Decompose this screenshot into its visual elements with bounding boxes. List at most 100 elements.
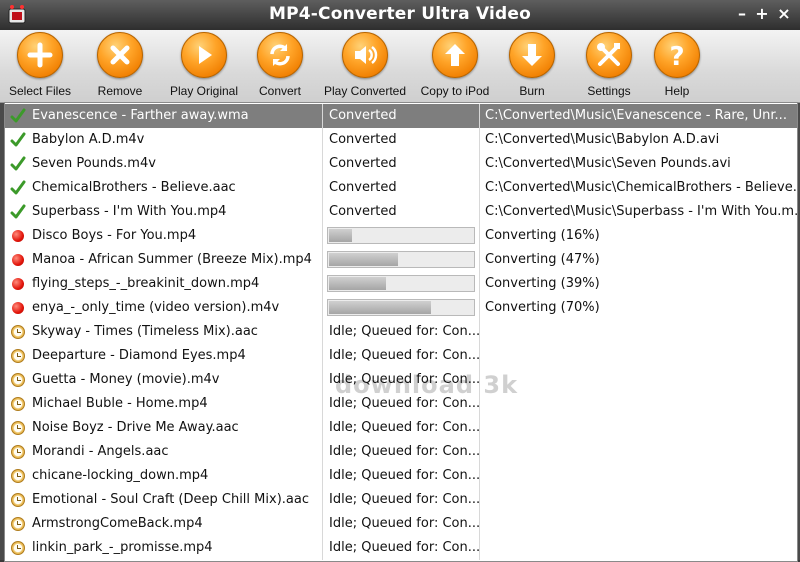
filename-text: Manoa - African Summer (Breeze Mix).mp4: [32, 252, 312, 267]
filename-text: Deeparture - Diamond Eyes.mp4: [32, 348, 246, 363]
check-icon: [10, 180, 26, 195]
window-title: MP4-Converter Ultra Video: [268, 4, 532, 24]
filename-cell: Manoa - African Summer (Breeze Mix).mp4: [5, 248, 323, 272]
filename-cell: Deeparture - Diamond Eyes.mp4: [5, 344, 323, 368]
status-cell: Idle; Queued for: Con...: [323, 536, 480, 560]
filename-text: Emotional - Soul Craft (Deep Chill Mix).…: [32, 492, 309, 507]
output-cell: [481, 320, 797, 344]
settings-label: Settings: [587, 84, 631, 98]
filename-cell: ArmstrongComeBack.mp4: [5, 512, 323, 536]
close-button[interactable]: ×: [775, 5, 793, 23]
file-row[interactable]: enya_-_only_time (video version).m4v Conv…: [5, 296, 797, 320]
filename-text: Babylon A.D.m4v: [32, 132, 145, 147]
output-cell: [481, 392, 797, 416]
convert-button[interactable]: Convert: [250, 32, 310, 98]
select-files-button[interactable]: Select Files: [6, 32, 74, 98]
file-row[interactable]: chicane-locking_down.mp4 Idle; Queued for…: [5, 464, 797, 488]
file-row[interactable]: Manoa - African Summer (Breeze Mix).mp4 C…: [5, 248, 797, 272]
filename-text: Evanescence - Farther away.wma: [32, 108, 249, 123]
file-row[interactable]: Evanescence - Farther away.wma Converted C…: [5, 104, 797, 128]
file-row[interactable]: flying_steps_-_breakinit_down.mp4 Convert…: [5, 272, 797, 296]
filename-text: linkin_park_-_promisse.mp4: [32, 540, 213, 555]
queued-clock-icon: [11, 493, 25, 507]
status-cell: Idle; Queued for: Con...: [323, 320, 480, 344]
queued-clock-icon: [11, 469, 25, 483]
filename-text: Superbass - I'm With You.mp4: [32, 204, 227, 219]
play-converted-button[interactable]: Play Converted: [318, 32, 412, 98]
status-cell: Converted: [323, 104, 480, 128]
status-cell: Converted: [323, 152, 480, 176]
file-row[interactable]: Emotional - Soul Craft (Deep Chill Mix).…: [5, 488, 797, 512]
status-cell: [323, 248, 480, 272]
output-cell: [481, 368, 797, 392]
file-row[interactable]: Noise Boyz - Drive Me Away.aac Idle; Queu…: [5, 416, 797, 440]
arrow-up-icon: [432, 32, 478, 78]
file-row[interactable]: Guetta - Money (movie).m4v Idle; Queued f…: [5, 368, 797, 392]
file-row[interactable]: Superbass - I'm With You.mp4 Converted C:\…: [5, 200, 797, 224]
help-button[interactable]: ? Help: [646, 32, 708, 98]
copy-to-ipod-button[interactable]: Copy to iPod: [412, 32, 498, 98]
filename-cell: ChemicalBrothers - Believe.aac: [5, 176, 323, 200]
burn-button[interactable]: Burn: [502, 32, 562, 98]
settings-button[interactable]: Settings: [578, 32, 640, 98]
filename-cell: enya_-_only_time (video version).m4v: [5, 296, 323, 320]
status-cell: Idle; Queued for: Con...: [323, 488, 480, 512]
progress-bar: [327, 251, 475, 268]
burn-label: Burn: [519, 84, 545, 98]
file-row[interactable]: Skyway - Times (Timeless Mix).aac Idle; Q…: [5, 320, 797, 344]
file-row[interactable]: ChemicalBrothers - Believe.aac Converted C…: [5, 176, 797, 200]
filename-text: Skyway - Times (Timeless Mix).aac: [32, 324, 258, 339]
file-row[interactable]: ArmstrongComeBack.mp4 Idle; Queued for: C…: [5, 512, 797, 536]
play-converted-label: Play Converted: [323, 84, 407, 98]
play-original-label: Play Original: [169, 84, 239, 98]
file-row[interactable]: Morandi - Angels.aac Idle; Queued for: Co…: [5, 440, 797, 464]
filename-text: enya_-_only_time (video version).m4v: [32, 300, 280, 315]
file-row[interactable]: Michael Buble - Home.mp4 Idle; Queued for…: [5, 392, 797, 416]
filename-text: Disco Boys - For You.mp4: [32, 228, 197, 243]
file-row[interactable]: linkin_park_-_promisse.mp4 Idle; Queued f…: [5, 536, 797, 560]
output-cell: [481, 344, 797, 368]
svg-text:?: ?: [669, 42, 684, 70]
filename-cell: Evanescence - Farther away.wma: [5, 104, 323, 128]
output-cell: C:\Converted\Music\ChemicalBrothers - Be…: [485, 180, 797, 195]
file-row[interactable]: Babylon A.D.m4v Converted C:\Converted\Mus…: [5, 128, 797, 152]
remove-button[interactable]: Remove: [94, 32, 146, 98]
queued-clock-icon: [11, 397, 25, 411]
queued-clock-icon: [11, 541, 25, 555]
check-icon: [10, 156, 26, 171]
filename-text: Noise Boyz - Drive Me Away.aac: [32, 420, 239, 435]
status-cell: Idle; Queued for: Con...: [323, 344, 480, 368]
file-row[interactable]: Seven Pounds.m4v Converted C:\Converted\Mu…: [5, 152, 797, 176]
x-icon: [97, 32, 143, 78]
select-files-label: Select Files: [8, 84, 72, 98]
app-window: MP4-Converter Ultra Video – + × Select F…: [0, 0, 800, 562]
filename-cell: Superbass - I'm With You.mp4: [5, 200, 323, 224]
status-cell: Converted: [323, 200, 480, 224]
file-list[interactable]: download 3k Evanescence - Farther away.w…: [4, 102, 798, 562]
check-icon: [10, 132, 26, 147]
refresh-icon: [257, 32, 303, 78]
maximize-button[interactable]: +: [753, 5, 771, 23]
filename-cell: flying_steps_-_breakinit_down.mp4: [5, 272, 323, 296]
filename-text: Guetta - Money (movie).m4v: [32, 372, 220, 387]
minimize-button[interactable]: –: [733, 5, 751, 23]
filename-text: Seven Pounds.m4v: [32, 156, 156, 171]
check-icon: [10, 108, 26, 123]
filename-cell: linkin_park_-_promisse.mp4: [5, 536, 323, 560]
queued-clock-icon: [11, 349, 25, 363]
status-cell: [323, 296, 480, 320]
file-row[interactable]: Deeparture - Diamond Eyes.mp4 Idle; Queue…: [5, 344, 797, 368]
filename-cell: Morandi - Angels.aac: [5, 440, 323, 464]
output-cell: C:\Converted\Music\Babylon A.D.avi: [485, 132, 720, 147]
filename-cell: Babylon A.D.m4v: [5, 128, 323, 152]
queued-clock-icon: [11, 421, 25, 435]
progress-bar: [327, 299, 475, 316]
output-cell: C:\Converted\Music\Seven Pounds.avi: [485, 156, 731, 171]
file-row[interactable]: Disco Boys - For You.mp4 Converting (16%): [5, 224, 797, 248]
play-original-button[interactable]: Play Original: [162, 32, 246, 98]
progress-bar: [327, 227, 475, 244]
filename-text: ArmstrongComeBack.mp4: [32, 516, 203, 531]
title-bar[interactable]: MP4-Converter Ultra Video – + ×: [0, 0, 800, 30]
play-icon: [181, 32, 227, 78]
output-cell: Converting (39%): [485, 276, 600, 291]
